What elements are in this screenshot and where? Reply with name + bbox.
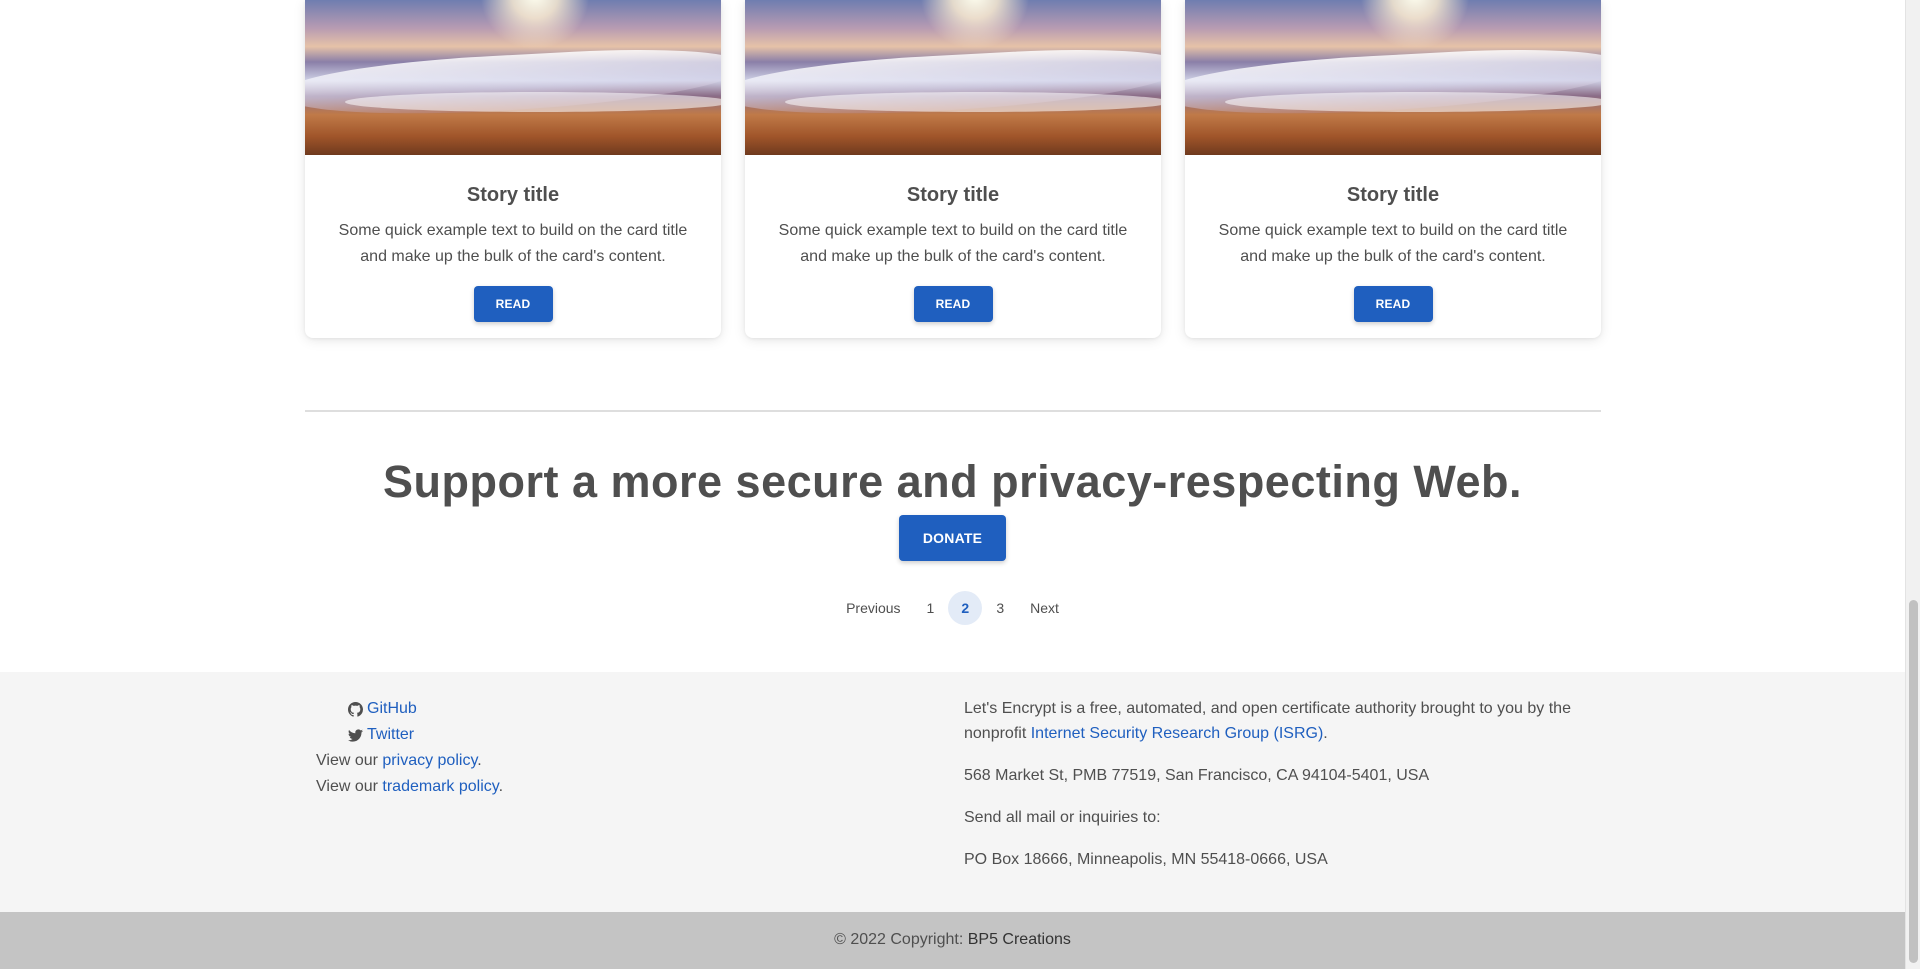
- view-our-label: View our: [316, 752, 383, 769]
- pagination: Previous 1 2 3 Next: [0, 591, 1905, 625]
- github-link[interactable]: GitHub: [367, 696, 417, 722]
- street-address: 568 Market St, PMB 77519, San Francisco,…: [964, 767, 1430, 784]
- copyright-text: © 2022 Copyright:: [834, 931, 968, 948]
- period: .: [1323, 725, 1328, 742]
- footer-about: Let's Encrypt is a free, automated, and …: [964, 696, 1574, 889]
- story-card: Story title Some quick example text to b…: [305, 0, 721, 338]
- footer: GitHub Twitter View our privacy policy. …: [0, 672, 1905, 912]
- twitter-link[interactable]: Twitter: [367, 722, 414, 748]
- scrollbar-thumb[interactable]: [1909, 600, 1918, 963]
- trademark-policy-link[interactable]: trademark policy: [382, 778, 498, 795]
- card-title: Story title: [466, 184, 560, 206]
- twitter-link-row: Twitter: [348, 722, 503, 748]
- support-heading: Support a more secure and privacy-respec…: [383, 456, 1522, 507]
- pagination-next[interactable]: Next: [1018, 591, 1071, 625]
- pagination-page-2[interactable]: 2: [948, 591, 983, 625]
- pagination-previous[interactable]: Previous: [834, 591, 912, 625]
- vertical-scrollbar[interactable]: [1905, 0, 1920, 969]
- page: Story title Some quick example text to b…: [0, 0, 1905, 969]
- period: .: [477, 752, 482, 769]
- pagination-page-1[interactable]: 1: [917, 591, 945, 625]
- view-our-label: View our: [316, 778, 383, 795]
- privacy-policy-line: View our privacy policy.: [316, 748, 503, 774]
- read-button[interactable]: Read: [913, 286, 993, 322]
- isrg-link[interactable]: Internet Security Research Group (ISRG): [1031, 725, 1324, 742]
- story-card: Story title Some quick example text to b…: [1185, 0, 1601, 338]
- github-icon: [348, 701, 363, 717]
- read-button[interactable]: Read: [1353, 286, 1433, 322]
- twitter-icon: [348, 728, 363, 742]
- story-cards: Story title Some quick example text to b…: [305, 0, 1601, 338]
- section-divider: [305, 410, 1601, 412]
- trademark-policy-line: View our trademark policy.: [316, 774, 503, 800]
- about-paragraph: Let's Encrypt is a free, automated, and …: [964, 696, 1574, 746]
- card-text: Some quick example text to build on the …: [338, 222, 688, 265]
- card-title: Story title: [1346, 184, 1440, 206]
- copyright-bar: © 2022 Copyright: BP5 Creations: [0, 912, 1905, 969]
- period: .: [498, 778, 504, 795]
- beach-sunset-image: [305, 0, 721, 155]
- copyright-brand: BP5 Creations: [967, 931, 1071, 948]
- beach-sunset-image: [1185, 0, 1601, 155]
- read-button[interactable]: Read: [473, 286, 553, 322]
- card-title: Story title: [906, 184, 1000, 206]
- donate-button[interactable]: Donate: [899, 515, 1006, 561]
- story-card: Story title Some quick example text to b…: [745, 0, 1161, 338]
- footer-links: GitHub Twitter View our privacy policy. …: [316, 696, 503, 800]
- card-text: Some quick example text to build on the …: [778, 222, 1128, 265]
- beach-sunset-image: [745, 0, 1161, 155]
- github-link-row: GitHub: [348, 696, 503, 722]
- card-text: Some quick example text to build on the …: [1218, 222, 1568, 265]
- pagination-page-3[interactable]: 3: [986, 591, 1014, 625]
- po-box-address: PO Box 18666, Minneapolis, MN 55418-0666…: [964, 851, 1328, 868]
- mail-label: Send all mail or inquiries to:: [964, 809, 1161, 826]
- privacy-policy-link[interactable]: privacy policy: [382, 752, 477, 769]
